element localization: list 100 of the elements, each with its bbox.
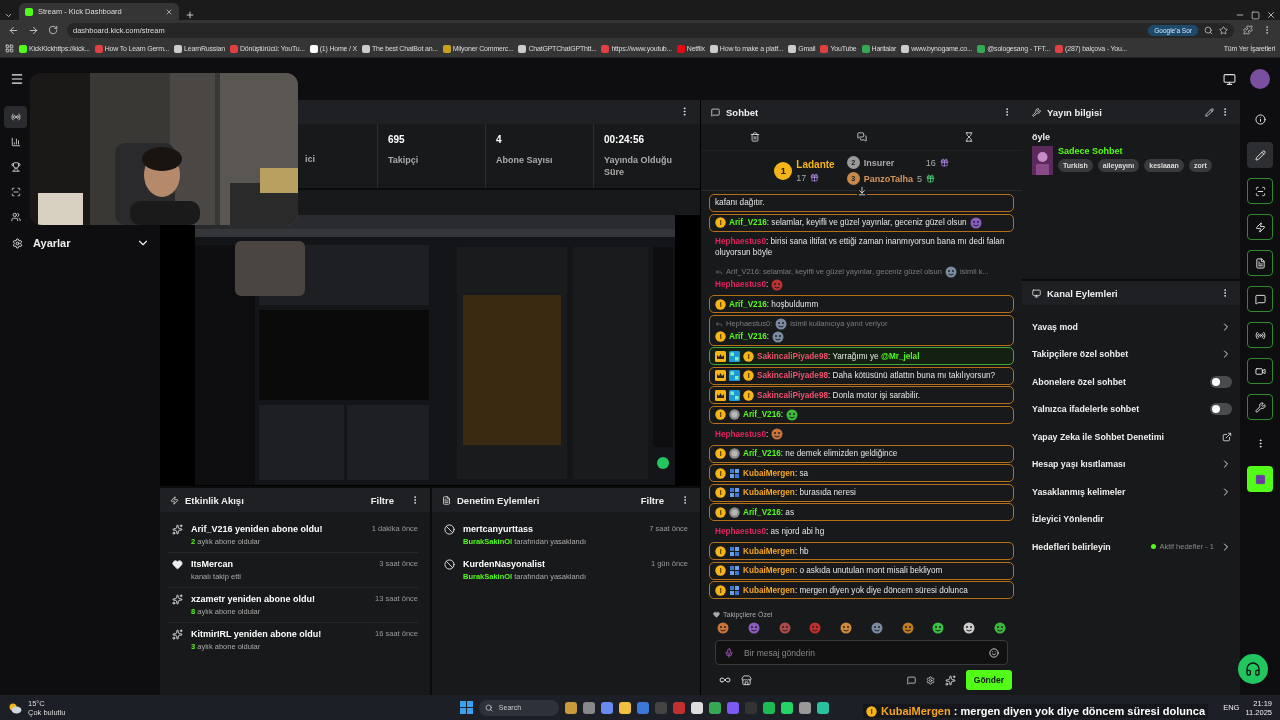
action-label[interactable]: Hesap yaşı kısıtlaması bbox=[1032, 459, 1214, 470]
note-icon bbox=[1254, 257, 1266, 269]
close-icon[interactable] bbox=[165, 7, 173, 16]
chat-message: KubaiMergen: burasıda neresi bbox=[743, 487, 856, 499]
filter-button[interactable]: Filtre bbox=[640, 494, 664, 506]
chat-message: Arif_V216: hoşbuldumm bbox=[729, 298, 819, 310]
new-tab-icon[interactable] bbox=[185, 10, 195, 20]
moderation-user: KurdenNasyonalist bbox=[463, 559, 547, 569]
monitor-icon[interactable] bbox=[1223, 72, 1236, 86]
emote-icon bbox=[993, 622, 1006, 634]
wrench-icon bbox=[1254, 401, 1266, 413]
chat-icon bbox=[711, 107, 720, 117]
chat-message: kafanı dağıtır. bbox=[715, 197, 765, 209]
taskbar-app-icon[interactable] bbox=[564, 701, 577, 714]
zoom-icon[interactable] bbox=[1204, 25, 1213, 35]
filter-button[interactable]: Filtre bbox=[370, 494, 394, 506]
maximize-icon[interactable] bbox=[1251, 11, 1260, 20]
hourglass-icon[interactable] bbox=[963, 132, 974, 142]
event-title: xzametr yeniden abone oldu! bbox=[191, 594, 317, 604]
search-icon bbox=[484, 703, 493, 712]
menu-icon[interactable] bbox=[10, 72, 24, 86]
rail-button[interactable] bbox=[1247, 178, 1273, 204]
panel-title: Yayın bilgisi bbox=[1047, 106, 1103, 118]
rail-button[interactable] bbox=[1247, 142, 1273, 168]
taskbar-app-icon[interactable] bbox=[762, 701, 775, 714]
chat-icon bbox=[1254, 293, 1266, 305]
store-icon[interactable] bbox=[741, 674, 752, 686]
edit-icon bbox=[1254, 149, 1266, 161]
close-icon[interactable] bbox=[1266, 10, 1276, 20]
rail-button[interactable] bbox=[1247, 322, 1273, 348]
taskbar-app-icon[interactable] bbox=[798, 701, 811, 714]
rank-medal: 1 bbox=[774, 161, 793, 180]
toggle-switch[interactable] bbox=[1210, 375, 1232, 388]
capture-icon bbox=[10, 187, 21, 197]
settings-icon[interactable] bbox=[925, 675, 935, 685]
sparkle-icon bbox=[172, 629, 183, 640]
action-label[interactable]: Yalnızca ifadelerle sohbet bbox=[1032, 404, 1204, 415]
leader-count: 16 bbox=[925, 157, 936, 168]
apps-icon[interactable] bbox=[5, 44, 14, 53]
taskbar-app-icon[interactable] bbox=[690, 701, 703, 714]
message-field[interactable]: Bir mesaj gönderin bbox=[715, 640, 1008, 665]
action-label[interactable]: Hedefleri belirleyin bbox=[1032, 541, 1146, 552]
category-thumbnail bbox=[1032, 146, 1053, 175]
action-label[interactable]: Takipçilere özel sohbet bbox=[1032, 349, 1214, 360]
ban-icon bbox=[444, 524, 455, 535]
action-label[interactable]: Yapay Zeka ile Sohbet Denetimi bbox=[1032, 431, 1216, 442]
emote-icon bbox=[963, 622, 976, 634]
rail-button[interactable] bbox=[1247, 214, 1273, 240]
heart-icon bbox=[172, 559, 183, 570]
rail-button[interactable] bbox=[1247, 466, 1273, 492]
action-label[interactable]: İzleyici Yönlendir bbox=[1032, 514, 1232, 525]
bolt-icon bbox=[170, 495, 179, 505]
reply-icon bbox=[715, 319, 723, 328]
taskbar-app-icon[interactable] bbox=[618, 701, 631, 714]
rail-button[interactable] bbox=[1247, 394, 1273, 420]
nav-button[interactable] bbox=[4, 106, 27, 128]
emote-icon bbox=[778, 622, 791, 634]
emoji-icon[interactable] bbox=[989, 647, 999, 658]
rail-button[interactable] bbox=[1247, 250, 1273, 276]
chat-message: KubaiMergen: o askıda unutulan mont misali bekliyom bbox=[743, 565, 943, 577]
action-label[interactable]: Abonelere özel sohbet bbox=[1032, 376, 1204, 387]
bookmark-star-icon[interactable] bbox=[1219, 25, 1228, 35]
reply-icon bbox=[715, 267, 723, 276]
forward-icon[interactable] bbox=[28, 24, 39, 36]
stat-label: Abone Sayısı bbox=[496, 153, 554, 166]
sparkle-icon bbox=[172, 594, 183, 605]
start-icon[interactable] bbox=[459, 701, 473, 714]
notification-text: KubaiMergen : mergen diyen yok diye döncem süresi dolunca bbox=[881, 705, 1205, 717]
external-link-icon[interactable] bbox=[1222, 431, 1232, 442]
chat-icon[interactable] bbox=[906, 675, 916, 685]
leader-name: PanzoTalha bbox=[863, 173, 913, 184]
infinity-icon[interactable] bbox=[719, 674, 731, 686]
taskbar-app-icon[interactable] bbox=[600, 701, 613, 714]
scroll-down-icon[interactable] bbox=[857, 186, 867, 196]
toggle-switch[interactable] bbox=[1210, 403, 1232, 416]
message-input[interactable]: Bir mesaj gönderin bbox=[742, 646, 981, 659]
capture-icon bbox=[1254, 185, 1266, 197]
rail-button[interactable] bbox=[1247, 358, 1273, 384]
avatar[interactable] bbox=[1250, 69, 1270, 89]
extensions-icon[interactable] bbox=[1243, 25, 1253, 35]
leader-count: 5 bbox=[917, 173, 922, 184]
reload-icon[interactable] bbox=[48, 25, 58, 35]
emote-icon bbox=[809, 622, 822, 634]
trash-icon[interactable] bbox=[749, 132, 760, 142]
sparkle-icon[interactable] bbox=[944, 674, 956, 686]
taskbar-app-icon[interactable] bbox=[816, 701, 829, 714]
taskbar-app-icon[interactable] bbox=[708, 701, 721, 714]
settings-label[interactable]: Ayarlar bbox=[33, 237, 126, 249]
action-label[interactable]: Yasaklanmış kelimeler bbox=[1032, 486, 1214, 497]
chat-icon[interactable] bbox=[856, 132, 867, 142]
action-label[interactable]: Yavaş mod bbox=[1032, 321, 1214, 332]
category-link[interactable]: Sadece Sohbet bbox=[1058, 146, 1212, 156]
rail-button[interactable] bbox=[1247, 286, 1273, 312]
send-button[interactable]: Gönder bbox=[965, 670, 1012, 690]
tab-list-icon[interactable] bbox=[4, 11, 13, 20]
emote-icon bbox=[717, 622, 729, 634]
edit-icon[interactable] bbox=[1205, 107, 1214, 117]
taskbar-app-icon[interactable] bbox=[780, 701, 793, 714]
leader-count: 17 bbox=[796, 172, 807, 183]
back-icon[interactable] bbox=[8, 24, 19, 36]
